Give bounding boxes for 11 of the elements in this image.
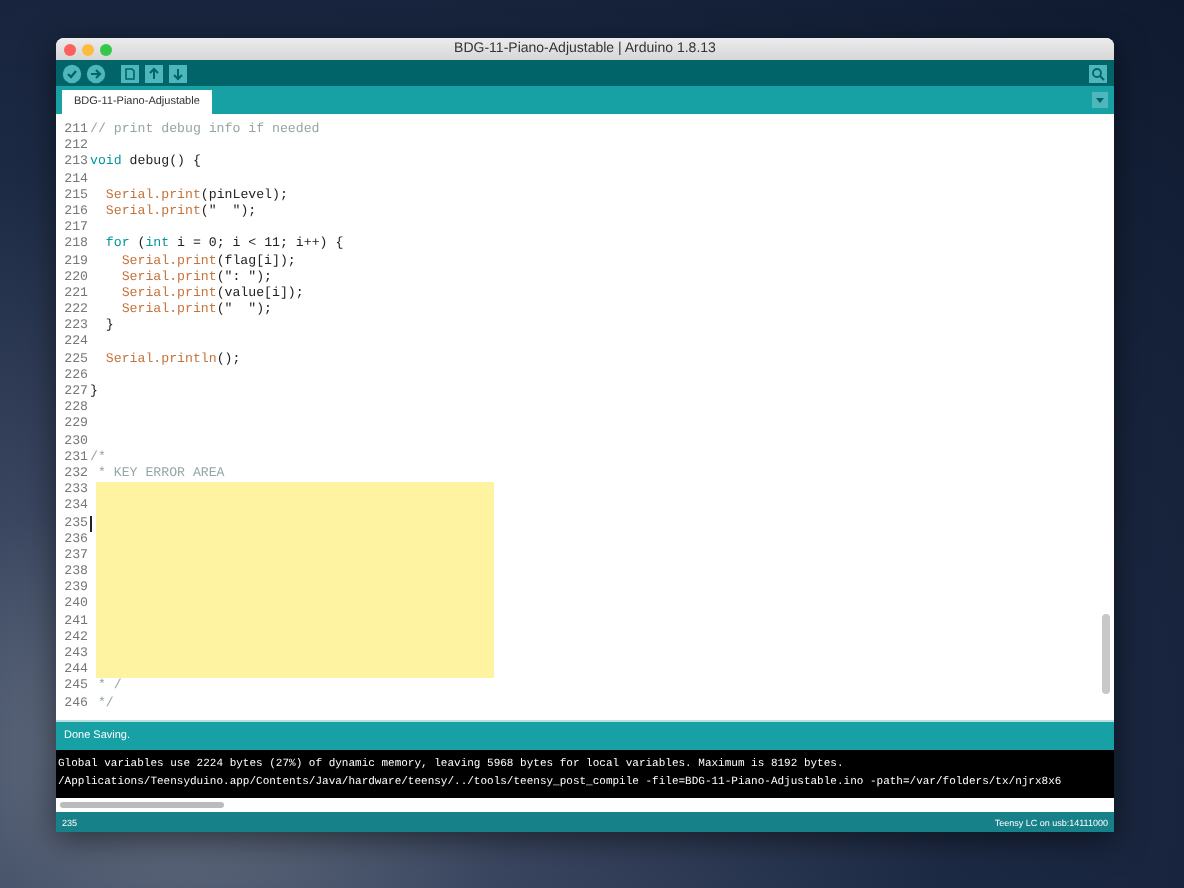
close-button[interactable]	[64, 43, 76, 55]
check-icon[interactable]	[62, 63, 82, 83]
zoom-button[interactable]	[100, 43, 112, 55]
search-icon[interactable]	[1088, 63, 1108, 83]
document-icon[interactable]	[120, 63, 140, 83]
arrow-up-icon[interactable]	[144, 63, 164, 83]
dropdown-icon[interactable]	[1092, 92, 1108, 108]
arrow-right-icon[interactable]	[86, 63, 106, 83]
arrow-down-icon[interactable]	[168, 63, 188, 83]
scrollbar-thumb[interactable]	[60, 802, 224, 808]
scrollbar-thumb[interactable]	[1102, 614, 1110, 694]
